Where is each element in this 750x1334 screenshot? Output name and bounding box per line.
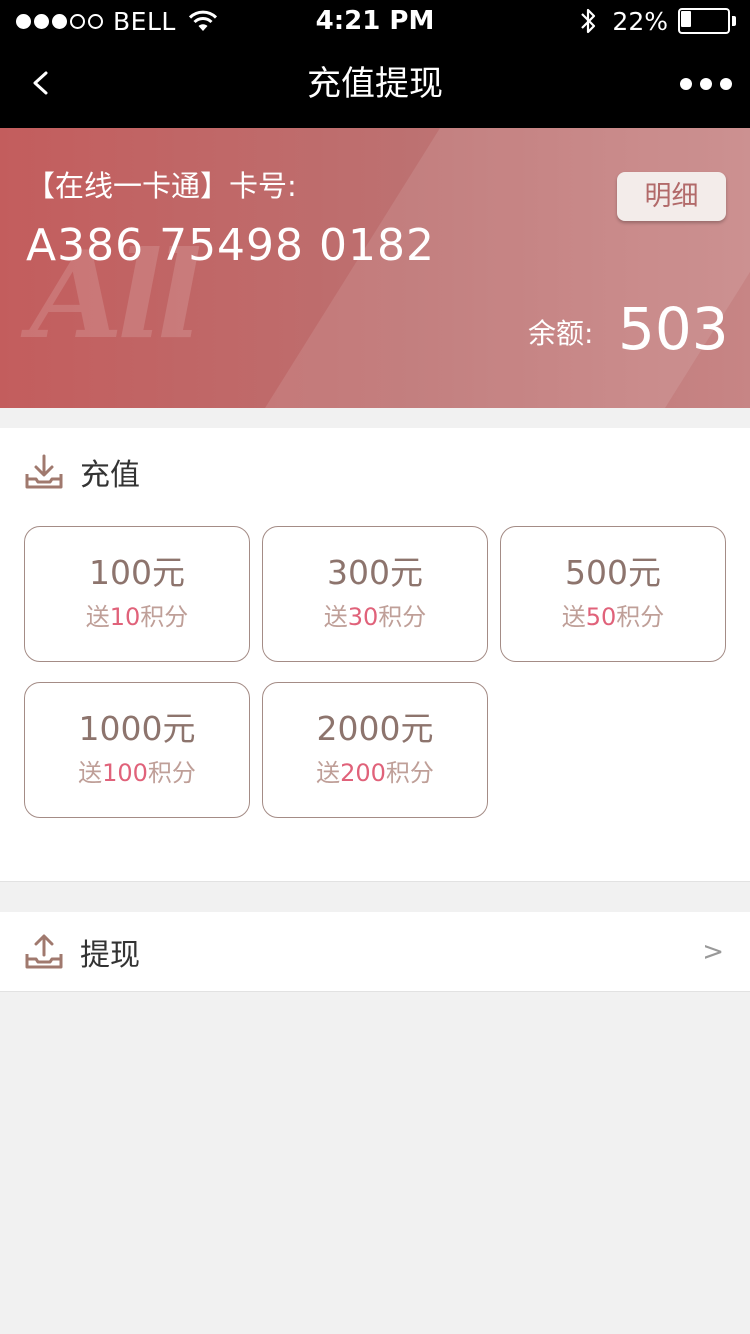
amount-option-1000[interactable]: 1000元 送100积分 — [24, 682, 250, 818]
back-button[interactable] — [20, 58, 60, 108]
battery-icon — [678, 8, 736, 34]
details-button[interactable]: 明细 — [617, 172, 726, 221]
upload-tray-icon — [25, 934, 63, 969]
amount-bonus: 送50积分 — [561, 603, 665, 631]
recharge-header: 充值 — [24, 450, 140, 494]
amount-value: 1000元 — [78, 709, 196, 748]
amount-value: 2000元 — [316, 709, 434, 748]
balance-label: 余额: — [528, 317, 594, 350]
more-dot-icon — [700, 78, 712, 90]
bluetooth-icon — [581, 8, 596, 34]
page-title: 充值提现 — [307, 64, 443, 104]
card-number: A386 75498 0182 — [26, 220, 436, 271]
more-dot-icon — [680, 78, 692, 90]
battery-group: 22% — [578, 4, 736, 38]
amount-bonus: 送10积分 — [85, 603, 189, 631]
status-bar: BELL 4:21 PM 22% — [0, 0, 750, 40]
more-options-button[interactable] — [680, 64, 732, 104]
member-card: All 【在线一卡通】卡号: A386 75498 0182 明细 余额: 50… — [0, 128, 750, 408]
amount-option-100[interactable]: 100元 送10积分 — [24, 526, 250, 662]
amount-bonus: 送100积分 — [78, 759, 196, 787]
more-dot-icon — [720, 78, 732, 90]
navigation-bar: 充值提现 — [0, 40, 750, 128]
balance-value: 503 — [618, 295, 729, 363]
withdraw-title: 提现 — [80, 938, 140, 973]
amount-bonus: 送200积分 — [316, 759, 434, 787]
download-tray-icon — [25, 454, 63, 489]
recharge-section: 充值 100元 送10积分 300元 送30积分 500元 送50积分 1000… — [0, 428, 750, 882]
recharge-title: 充值 — [80, 458, 140, 493]
amount-bonus: 送30积分 — [323, 603, 427, 631]
amount-value: 100元 — [89, 553, 185, 592]
withdraw-row[interactable]: 提现 > — [0, 912, 750, 992]
amount-value: 500元 — [565, 553, 661, 592]
amount-option-2000[interactable]: 2000元 送200积分 — [262, 682, 488, 818]
card-number-label: 【在线一卡通】卡号: — [26, 169, 297, 203]
amount-value: 300元 — [327, 553, 423, 592]
amount-option-300[interactable]: 300元 送30积分 — [262, 526, 488, 662]
back-chevron-icon — [33, 71, 48, 95]
chevron-right-icon: > — [702, 937, 724, 967]
amount-option-500[interactable]: 500元 送50积分 — [500, 526, 726, 662]
battery-percentage: 22% — [612, 6, 668, 36]
withdraw-header: 提现 — [24, 930, 140, 974]
